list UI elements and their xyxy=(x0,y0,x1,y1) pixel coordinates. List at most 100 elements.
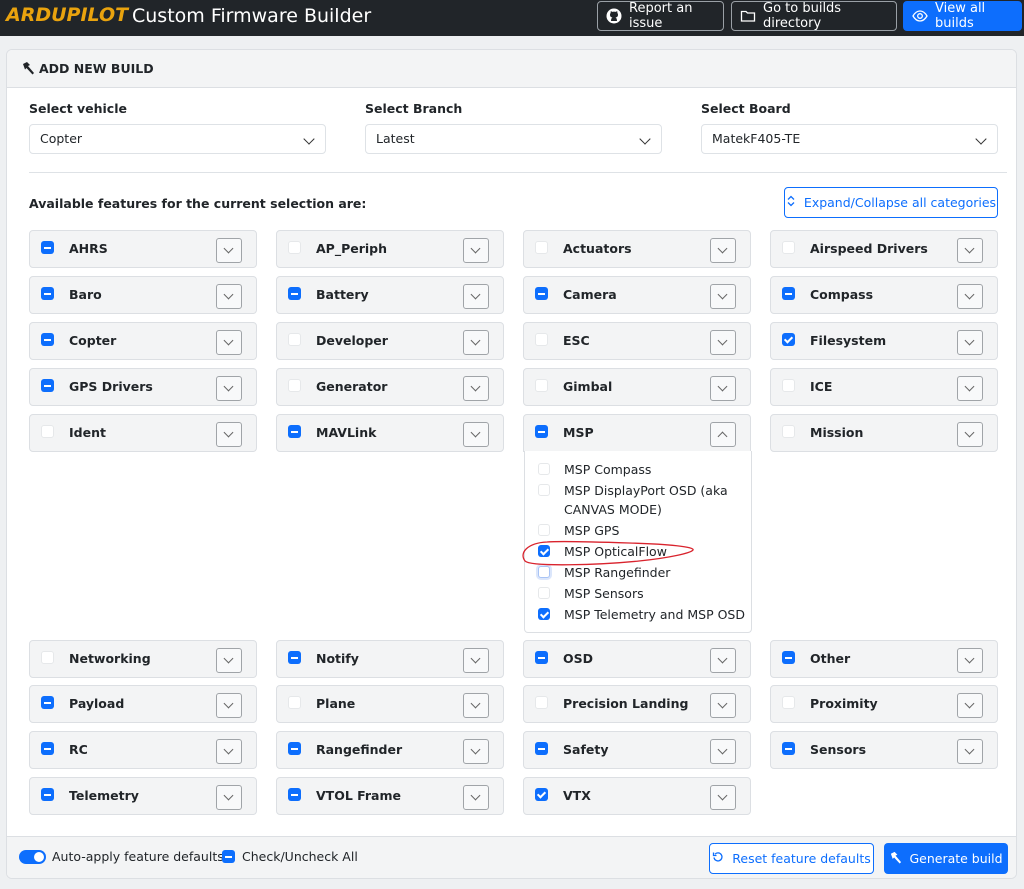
category-checkbox[interactable] xyxy=(535,425,548,438)
chevron-down-icon[interactable] xyxy=(463,648,489,673)
category-checkbox[interactable] xyxy=(288,742,301,755)
feature-checkbox[interactable] xyxy=(538,524,550,536)
chevron-down-icon[interactable] xyxy=(710,739,736,764)
report-issue-button[interactable]: Report an issue xyxy=(597,1,724,31)
category-checkbox[interactable] xyxy=(782,651,795,664)
category-checkbox[interactable] xyxy=(782,696,795,709)
category-checkbox[interactable] xyxy=(288,788,301,801)
chevron-down-icon[interactable] xyxy=(957,693,983,718)
expand-collapse-button[interactable]: Expand/Collapse all categories xyxy=(784,187,998,218)
category-checkbox[interactable] xyxy=(288,287,301,300)
chevron-down-icon[interactable] xyxy=(710,376,736,401)
category-checkbox[interactable] xyxy=(535,742,548,755)
category-vtx: VTX xyxy=(523,777,751,815)
chevron-up-icon[interactable] xyxy=(710,422,736,447)
category-checkbox[interactable] xyxy=(288,425,301,438)
chevron-down-icon[interactable] xyxy=(216,284,242,309)
chevron-down-icon[interactable] xyxy=(463,376,489,401)
generate-build-button[interactable]: Generate build xyxy=(884,843,1008,874)
feature-checkbox[interactable] xyxy=(538,608,550,620)
chevron-down-icon[interactable] xyxy=(957,238,983,263)
category-checkbox[interactable] xyxy=(535,287,548,300)
chevron-down-icon[interactable] xyxy=(463,330,489,355)
category-name: Telemetry xyxy=(69,788,139,803)
category-checkbox[interactable] xyxy=(535,651,548,664)
category-gimbal: Gimbal xyxy=(523,368,751,406)
chevron-down-icon[interactable] xyxy=(463,693,489,718)
category-checkbox[interactable] xyxy=(535,241,548,254)
category-checkbox[interactable] xyxy=(41,425,54,438)
reset-defaults-button[interactable]: Reset feature defaults xyxy=(709,843,874,874)
category-checkbox[interactable] xyxy=(782,287,795,300)
chevron-down-icon[interactable] xyxy=(216,693,242,718)
chevron-down-icon[interactable] xyxy=(216,422,242,447)
category-checkbox[interactable] xyxy=(288,241,301,254)
category-checkbox[interactable] xyxy=(782,241,795,254)
auto-apply-toggle[interactable] xyxy=(19,850,46,864)
category-checkbox[interactable] xyxy=(288,651,301,664)
chevron-down-icon[interactable] xyxy=(710,238,736,263)
vehicle-select-value: Copter xyxy=(40,131,83,146)
category-actuators: Actuators xyxy=(523,230,751,268)
feature-label: MSP Telemetry and MSP OSD xyxy=(564,607,745,622)
view-all-builds-button[interactable]: View all builds xyxy=(903,1,1022,31)
chevron-down-icon[interactable] xyxy=(710,284,736,309)
chevron-down-icon[interactable] xyxy=(710,648,736,673)
category-checkbox[interactable] xyxy=(782,379,795,392)
chevron-down-icon[interactable] xyxy=(216,330,242,355)
ardupilot-logo[interactable]: ARDUPILOT xyxy=(6,4,128,26)
category-compass: Compass xyxy=(770,276,998,314)
category-proximity: Proximity xyxy=(770,685,998,723)
chevron-down-icon[interactable] xyxy=(216,739,242,764)
category-checkbox[interactable] xyxy=(535,379,548,392)
chevron-down-icon[interactable] xyxy=(463,739,489,764)
board-select[interactable]: MatekF405-TE xyxy=(701,124,998,154)
category-name: Actuators xyxy=(563,241,632,256)
category-checkbox[interactable] xyxy=(535,696,548,709)
category-checkbox[interactable] xyxy=(41,788,54,801)
category-checkbox[interactable] xyxy=(535,788,548,801)
category-checkbox[interactable] xyxy=(41,742,54,755)
feature-checkbox[interactable] xyxy=(538,566,550,578)
chevron-down-icon[interactable] xyxy=(463,284,489,309)
chevron-down-icon[interactable] xyxy=(957,330,983,355)
chevron-down-icon[interactable] xyxy=(957,376,983,401)
category-checkbox[interactable] xyxy=(41,287,54,300)
category-checkbox[interactable] xyxy=(288,696,301,709)
feature-checkbox[interactable] xyxy=(538,587,550,599)
feature-label: MSP GPS xyxy=(564,523,620,538)
category-checkbox[interactable] xyxy=(782,742,795,755)
chevron-down-icon[interactable] xyxy=(957,422,983,447)
branch-select[interactable]: Latest xyxy=(365,124,662,154)
category-checkbox[interactable] xyxy=(41,333,54,346)
category-checkbox[interactable] xyxy=(782,333,795,346)
chevron-down-icon[interactable] xyxy=(463,422,489,447)
chevron-down-icon[interactable] xyxy=(957,648,983,673)
category-checkbox[interactable] xyxy=(288,379,301,392)
chevron-down-icon[interactable] xyxy=(216,238,242,263)
feature-checkbox[interactable] xyxy=(538,463,550,475)
category-checkbox[interactable] xyxy=(535,333,548,346)
chevron-down-icon[interactable] xyxy=(957,284,983,309)
chevron-down-icon[interactable] xyxy=(710,330,736,355)
chevron-down-icon[interactable] xyxy=(216,785,242,810)
chevron-down-icon[interactable] xyxy=(463,238,489,263)
feature-checkbox[interactable] xyxy=(538,484,550,496)
chevron-down-icon[interactable] xyxy=(216,376,242,401)
category-checkbox[interactable] xyxy=(41,379,54,392)
chevron-down-icon xyxy=(975,133,987,145)
chevron-down-icon[interactable] xyxy=(957,739,983,764)
category-checkbox[interactable] xyxy=(41,241,54,254)
chevron-down-icon[interactable] xyxy=(710,785,736,810)
chevron-down-icon[interactable] xyxy=(710,693,736,718)
check-all-checkbox[interactable] xyxy=(222,850,235,863)
category-name: Other xyxy=(810,651,851,666)
category-checkbox[interactable] xyxy=(288,333,301,346)
category-checkbox[interactable] xyxy=(41,696,54,709)
chevron-down-icon[interactable] xyxy=(463,785,489,810)
vehicle-select[interactable]: Copter xyxy=(29,124,326,154)
chevron-down-icon[interactable] xyxy=(216,648,242,673)
builds-directory-button[interactable]: Go to builds directory xyxy=(731,1,897,31)
category-checkbox[interactable] xyxy=(41,651,54,664)
category-checkbox[interactable] xyxy=(782,425,795,438)
